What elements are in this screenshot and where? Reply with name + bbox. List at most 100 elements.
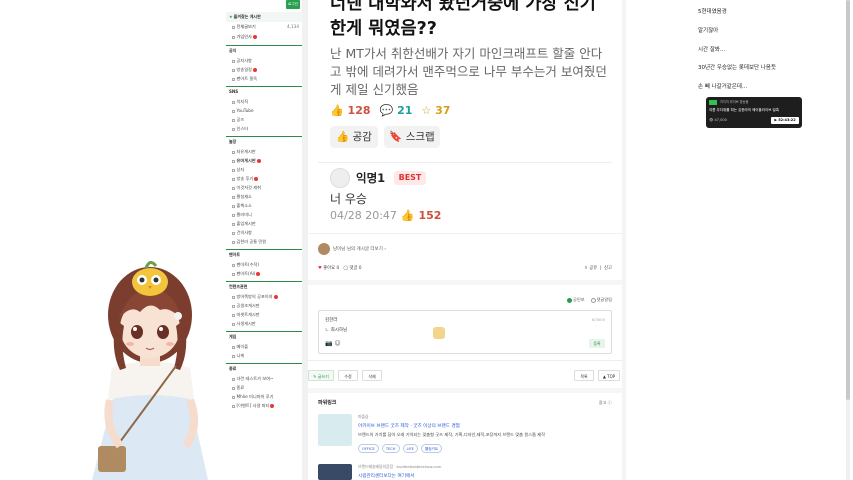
divider bbox=[308, 280, 622, 285]
new-badge bbox=[273, 295, 278, 299]
scrollbar[interactable] bbox=[846, 0, 850, 480]
live-stream-card[interactable]: 치지직 라이브 방송중 여름 무더위를 피는 김한라의 메이플라이브 밀흑 👁 … bbox=[706, 97, 802, 128]
sidebar-item[interactable]: 공지사항 bbox=[226, 56, 302, 65]
sidebar-item-greeting[interactable]: 가입인사 bbox=[226, 32, 302, 42]
empathy-button[interactable]: 👍 공감 bbox=[330, 126, 378, 148]
right-link[interactable]: 알기잖아 bbox=[698, 26, 718, 34]
reply-tools: 📷 ☺ bbox=[325, 340, 341, 347]
comment-input[interactable]: 김한라 ㄴ 최시하님 6/3000 📷 ☺ 등록 bbox=[318, 310, 612, 354]
delete-button[interactable]: 삭제 bbox=[362, 370, 382, 381]
ad-thumbnail[interactable] bbox=[318, 414, 352, 446]
sidebar-item-label: 짤실재소 bbox=[236, 194, 252, 199]
ad-tag[interactable]: LIFE bbox=[402, 444, 418, 453]
sidebar-item-label: 이것저것 캐취 bbox=[236, 185, 261, 190]
login-button[interactable]: 로그인 bbox=[286, 0, 300, 9]
scrap-label: 스크랩 bbox=[405, 131, 435, 143]
sidebar-item-label: 가입인사 bbox=[236, 34, 252, 39]
sidebar-item[interactable]: 유머게시판 bbox=[226, 156, 302, 165]
ad-tag[interactable]: OFFICE bbox=[358, 444, 379, 453]
top-button[interactable]: ▲ TOP bbox=[598, 370, 620, 381]
list-icon bbox=[232, 195, 235, 199]
list-icon bbox=[232, 204, 235, 208]
camera-icon[interactable]: 📷 bbox=[325, 340, 332, 347]
ad-info-button[interactable]: 광고 ⓘ bbox=[599, 400, 612, 406]
sidebar-item[interactable]: 인스타 bbox=[226, 124, 302, 133]
sidebar-item-label: 녀런 테스트가 보여~ bbox=[236, 376, 274, 381]
sidebar-item-label: 유머게시판 bbox=[236, 158, 256, 163]
ad-thumbnail[interactable] bbox=[318, 464, 352, 480]
comment-text: 너 우승 bbox=[330, 192, 367, 206]
sidebar-item[interactable]: YouTube bbox=[226, 106, 302, 115]
sidebar-item[interactable]: 짤실재소 bbox=[226, 192, 302, 201]
star-count[interactable]: ☆ 37 bbox=[421, 104, 450, 117]
sidebar-item[interactable]: 팬아트 필독 bbox=[226, 74, 302, 83]
sidebar-item-label: [이벤트] 사생 파티 bbox=[236, 403, 270, 408]
right-link[interactable]: 30년간 우승없는 롯데보단 나음듯 bbox=[698, 63, 776, 71]
comment-tool[interactable]: 댓글 0 bbox=[350, 266, 362, 271]
sidebar-item[interactable]: 출업게시판 bbox=[226, 219, 302, 228]
sidebar-item-all-posts[interactable]: 전체글보기 4,134 bbox=[226, 22, 302, 32]
like-count[interactable]: 👍 128 bbox=[330, 104, 371, 117]
ad-item[interactable]: 브랜드배송배달의장점 · buddiebubbleshow.com 시럽관리센터… bbox=[318, 462, 612, 480]
thumbs-up-icon: 👍 bbox=[400, 209, 415, 222]
sidebar-item-label: 인스타 bbox=[236, 126, 249, 131]
reply-text[interactable]: ㄴ 최시하님 bbox=[325, 327, 347, 333]
sidebar-item-label: 짤러미니 bbox=[236, 212, 252, 217]
favorites-header[interactable]: ★즐겨찾는 게시판 bbox=[226, 12, 302, 22]
comment-meta: 04/28 20:47 👍 152 bbox=[330, 209, 441, 222]
share-button[interactable]: 공유 bbox=[589, 266, 597, 271]
scrap-button[interactable]: 🔖 스크랩 bbox=[384, 126, 440, 148]
notify-option[interactable]: 댓글알림 bbox=[590, 297, 612, 303]
list-icon bbox=[232, 59, 235, 63]
submit-button[interactable]: 등록 bbox=[589, 339, 605, 348]
comment-count[interactable]: 💬 21 bbox=[380, 104, 413, 117]
ad-desc: 브랜드의 가치를 담아 오래 기억되는 맞춤형 굿즈 제작, 기획,디자인,제작… bbox=[358, 432, 545, 437]
emoji-icon[interactable]: ☺ bbox=[334, 340, 340, 347]
list-icon bbox=[232, 118, 235, 122]
sidebar-item[interactable]: 방송 후기 bbox=[226, 174, 302, 183]
report-button[interactable]: 신고 bbox=[604, 266, 612, 271]
column-divider bbox=[622, 0, 626, 480]
ad-title[interactable]: 시럽관리센터보다는 여기에서 bbox=[358, 473, 414, 479]
edit-button[interactable]: 수정 bbox=[338, 370, 358, 381]
favorites-label: 즐겨찾는 게시판 bbox=[233, 14, 261, 19]
author-row[interactable]: 냥이님 님의 게시글 더보기 › bbox=[318, 243, 386, 255]
post-title: 너넨 대학와서 봤던거중에 가장 신기한게 뭐였음?? bbox=[330, 0, 596, 39]
stream-time: ▶ 52:43:22 bbox=[771, 117, 799, 124]
avatar bbox=[330, 168, 350, 188]
divider bbox=[308, 388, 622, 393]
sidebar-section-title: SNS bbox=[229, 89, 239, 94]
right-link[interactable]: 손 빼 나갈거같은데... bbox=[698, 82, 747, 90]
anon-option[interactable]: 공인보 bbox=[567, 297, 585, 303]
sidebar-item[interactable]: 자유게시판 bbox=[226, 147, 302, 156]
list-button[interactable]: 목록 bbox=[574, 370, 594, 381]
right-link[interactable]: 5현대였음경 bbox=[698, 7, 727, 15]
comment-like[interactable]: 👍 152 bbox=[401, 209, 442, 222]
write-button[interactable]: ✎ 글쓰기 bbox=[308, 370, 334, 381]
right-link[interactable]: 시간 잘봐... bbox=[698, 45, 725, 53]
ad-title[interactable]: 아카이브 브랜드 굿즈 제작 · 굿즈 이상의 브랜드 경험 bbox=[358, 423, 460, 429]
thumbs-up-icon: 👍 bbox=[336, 131, 350, 143]
sidebar-item[interactable]: 공즈 bbox=[226, 115, 302, 124]
sidebar-item[interactable]: 건의사항 bbox=[226, 228, 302, 237]
ad-tag[interactable]: TECH bbox=[381, 444, 400, 453]
sidebar-item-label: Mhlie 미니마쉬 후기 bbox=[236, 394, 274, 399]
sidebar-item[interactable]: 김한라 공통 민원 bbox=[226, 237, 302, 246]
sticker-image bbox=[433, 327, 445, 339]
sidebar-top: 로그인 bbox=[226, 0, 302, 12]
ad-item[interactable]: 마플샵 아카이브 브랜드 굿즈 제작 · 굿즈 이상의 브랜드 경험 브랜드의 … bbox=[318, 412, 612, 458]
divider bbox=[308, 360, 622, 361]
sidebar-section-title: 공지 bbox=[229, 48, 237, 53]
author-more-link[interactable]: 냥이님 님의 게시글 더보기 › bbox=[333, 246, 386, 252]
sidebar-item[interactable]: 치지직 bbox=[226, 97, 302, 106]
post-reactions: 👍 128 💬 21 ☆ 37 bbox=[330, 104, 450, 117]
like-tool[interactable]: 좋아요 0 bbox=[323, 266, 339, 271]
sidebar-item[interactable]: 짤러미니 bbox=[226, 210, 302, 219]
scrollbar-thumb[interactable] bbox=[846, 0, 850, 400]
ad-tag[interactable]: 웰컴키트 bbox=[420, 444, 443, 453]
sidebar-item[interactable]: 상자 bbox=[226, 165, 302, 174]
reply-nickname: 김한라 bbox=[325, 318, 338, 323]
sidebar-item[interactable]: 방송일정 bbox=[226, 65, 302, 74]
sidebar-item[interactable]: 출첵소소 bbox=[226, 201, 302, 210]
sidebar-item[interactable]: 이것저것 캐취 bbox=[226, 183, 302, 192]
